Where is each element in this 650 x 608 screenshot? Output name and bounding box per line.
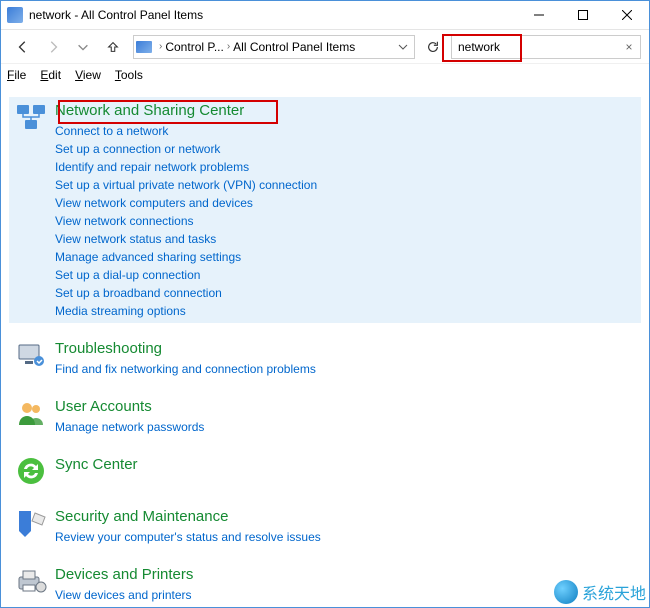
minimize-button[interactable] — [517, 1, 561, 29]
navbar: › Control P... › All Control Panel Items… — [1, 29, 649, 63]
back-button[interactable] — [9, 33, 37, 61]
refresh-button[interactable] — [421, 35, 445, 59]
link-find-fix-network[interactable]: Find and fix networking and connection p… — [55, 361, 635, 377]
menu-view[interactable]: View — [75, 68, 101, 82]
forward-button[interactable] — [39, 33, 67, 61]
window-controls — [517, 1, 649, 29]
link-advanced-sharing[interactable]: Manage advanced sharing settings — [55, 249, 635, 265]
up-button[interactable] — [99, 33, 127, 61]
link-review-status[interactable]: Review your computer's status and resolv… — [55, 529, 635, 545]
section-devices-printers: Devices and Printers View devices and pr… — [9, 561, 641, 607]
control-panel-window: network - All Control Panel Items — [0, 0, 650, 608]
menu-file[interactable]: File — [7, 68, 26, 82]
devices-printers-icon — [15, 565, 47, 597]
section-title-troubleshooting[interactable]: Troubleshooting — [55, 339, 635, 359]
link-setup-connection[interactable]: Set up a connection or network — [55, 141, 635, 157]
window-title: network - All Control Panel Items — [29, 8, 203, 22]
clear-search-button[interactable]: × — [622, 40, 636, 54]
address-dropdown-button[interactable] — [394, 42, 412, 52]
section-title-security-maintenance[interactable]: Security and Maintenance — [55, 507, 635, 527]
sync-center-icon — [15, 455, 47, 487]
menu-tools[interactable]: Tools — [115, 68, 143, 82]
section-troubleshooting: Troubleshooting Find and fix networking … — [9, 335, 641, 381]
link-view-computers-devices[interactable]: View network computers and devices — [55, 195, 635, 211]
close-button[interactable] — [605, 1, 649, 29]
titlebar: network - All Control Panel Items — [1, 1, 649, 29]
control-panel-icon — [7, 7, 23, 23]
menubar: File Edit View Tools — [1, 63, 649, 85]
section-user-accounts: User Accounts Manage network passwords — [9, 393, 641, 439]
address-bar[interactable]: › Control P... › All Control Panel Items — [133, 35, 415, 59]
location-icon — [136, 41, 152, 53]
recent-locations-button[interactable] — [69, 33, 97, 61]
link-connect-network[interactable]: Connect to a network — [55, 123, 635, 139]
link-media-streaming[interactable]: Media streaming options — [55, 303, 635, 319]
section-security-maintenance: Security and Maintenance Review your com… — [9, 503, 641, 549]
link-view-connections[interactable]: View network connections — [55, 213, 635, 229]
link-view-devices-printers[interactable]: View devices and printers — [55, 587, 635, 603]
section-title-sync-center[interactable]: Sync Center — [55, 455, 635, 475]
section-title-user-accounts[interactable]: User Accounts — [55, 397, 635, 417]
network-sharing-icon — [15, 101, 47, 133]
crumb-separator-icon[interactable]: › — [227, 41, 230, 52]
security-maintenance-icon — [15, 507, 47, 539]
link-dialup[interactable]: Set up a dial-up connection — [55, 267, 635, 283]
breadcrumb-control-panel[interactable]: Control P... — [165, 40, 223, 54]
search-input[interactable] — [458, 40, 622, 54]
breadcrumb-all-items[interactable]: All Control Panel Items — [233, 40, 355, 54]
link-add-device[interactable]: Add a device — [55, 605, 635, 607]
maximize-button[interactable] — [561, 1, 605, 29]
section-title-devices-printers[interactable]: Devices and Printers — [55, 565, 635, 585]
link-manage-network-passwords[interactable]: Manage network passwords — [55, 419, 635, 435]
link-view-status-tasks[interactable]: View network status and tasks — [55, 231, 635, 247]
section-network-sharing: Network and Sharing Center Connect to a … — [9, 97, 641, 323]
user-accounts-icon — [15, 397, 47, 429]
link-setup-vpn[interactable]: Set up a virtual private network (VPN) c… — [55, 177, 635, 193]
content-area: Network and Sharing Center Connect to a … — [1, 85, 649, 607]
section-sync-center: Sync Center — [9, 451, 641, 491]
titlebar-left: network - All Control Panel Items — [7, 7, 203, 23]
crumb-separator-icon[interactable]: › — [159, 41, 162, 52]
section-title-network-sharing[interactable]: Network and Sharing Center — [55, 101, 244, 121]
troubleshooting-icon — [15, 339, 47, 371]
link-broadband[interactable]: Set up a broadband connection — [55, 285, 635, 301]
menu-edit[interactable]: Edit — [40, 68, 61, 82]
search-box[interactable]: × — [451, 35, 641, 59]
link-identify-repair[interactable]: Identify and repair network problems — [55, 159, 635, 175]
